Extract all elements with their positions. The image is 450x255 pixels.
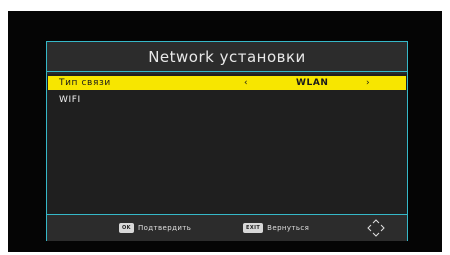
menu-item-label: WIFI bbox=[59, 95, 81, 105]
chevron-right-icon[interactable]: › bbox=[366, 78, 370, 88]
menu-item-connection-type[interactable]: Тип связи ‹ WLAN › bbox=[48, 76, 406, 90]
tv-screen: Network установки Тип связи ‹ WLAN › WIF… bbox=[8, 11, 442, 252]
network-settings-panel: Network установки Тип связи ‹ WLAN › WIF… bbox=[46, 41, 408, 241]
hint-back[interactable]: EXIT Вернуться bbox=[243, 223, 309, 233]
hint-confirm-label: Подтвердить bbox=[137, 224, 192, 232]
exit-key-icon: EXIT bbox=[243, 223, 264, 233]
hint-confirm[interactable]: OK Подтвердить bbox=[119, 223, 191, 233]
chevron-left-icon[interactable]: ‹ bbox=[244, 78, 248, 88]
menu-list: Тип связи ‹ WLAN › WIFI bbox=[47, 74, 407, 214]
menu-item-value: WLAN bbox=[296, 78, 329, 88]
menu-item-wifi[interactable]: WIFI bbox=[48, 93, 406, 107]
page-title: Network установки bbox=[148, 47, 306, 66]
menu-item-label: Тип связи bbox=[59, 78, 111, 88]
dpad-arrows-icon bbox=[367, 219, 385, 237]
footer-hints: OK Подтвердить EXIT Вернуться bbox=[47, 214, 407, 241]
hint-back-label: Вернуться bbox=[267, 224, 310, 232]
title-bar: Network установки bbox=[47, 42, 407, 72]
ok-key-icon: OK bbox=[119, 223, 134, 233]
